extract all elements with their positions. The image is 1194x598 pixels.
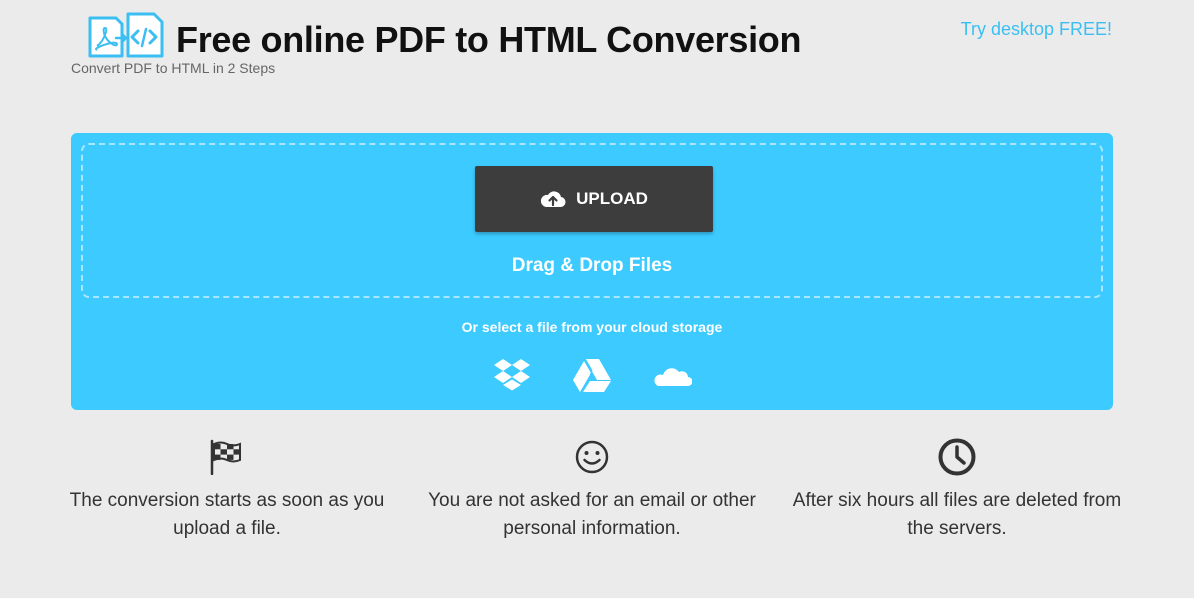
- page: Free online PDF to HTML Conversion Conve…: [0, 0, 1194, 598]
- page-subtitle: Convert PDF to HTML in 2 Steps: [71, 60, 276, 76]
- dropbox-icon: [494, 359, 530, 391]
- features: The conversion starts as soon as you upl…: [70, 437, 1121, 557]
- google-drive-button[interactable]: [572, 355, 612, 395]
- upload-panel[interactable]: UPLOAD Drag & Drop Files Or select a fil…: [71, 133, 1113, 410]
- onedrive-icon: [654, 368, 692, 386]
- dropbox-button[interactable]: [492, 355, 532, 395]
- cloud-storage-options: [71, 355, 1113, 395]
- cloud-upload-icon: [541, 191, 566, 208]
- feature-no-email: You are not asked for an email or other …: [422, 437, 762, 543]
- try-desktop-link[interactable]: Try desktop FREE!: [961, 19, 1112, 40]
- google-drive-icon: [573, 358, 611, 392]
- drag-drop-text: Drag & Drop Files: [511, 255, 673, 276]
- feature-text: The conversion starts as soon as you upl…: [69, 490, 385, 539]
- pdf-to-html-logo-icon: [88, 12, 164, 58]
- smiley-icon: [575, 440, 609, 474]
- clock-icon: [938, 438, 976, 476]
- feature-instant-conversion: The conversion starts as soon as you upl…: [57, 437, 397, 543]
- upload-button-label: UPLOAD: [576, 189, 648, 208]
- cloud-storage-text: Or select a file from your cloud storage: [461, 319, 723, 335]
- feature-auto-delete: After six hours all files are deleted fr…: [787, 437, 1127, 543]
- onedrive-button[interactable]: [652, 355, 692, 395]
- feature-text: You are not asked for an email or other …: [428, 490, 756, 539]
- page-title: Free online PDF to HTML Conversion: [176, 19, 802, 60]
- feature-text: After six hours all files are deleted fr…: [792, 490, 1122, 539]
- drop-zone[interactable]: UPLOAD Drag & Drop Files: [81, 143, 1103, 298]
- checkered-flag-icon: [210, 439, 241, 475]
- upload-button[interactable]: UPLOAD: [475, 166, 713, 232]
